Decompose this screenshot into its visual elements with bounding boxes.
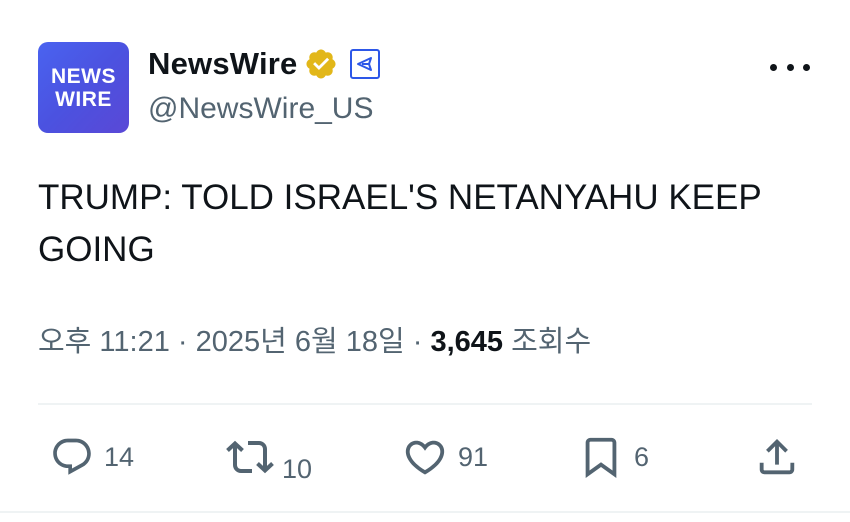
tweet-time[interactable]: 오후 11:21 — [38, 326, 170, 358]
like-button[interactable]: 91 — [402, 432, 488, 482]
views-count[interactable]: 3,645 — [430, 326, 503, 358]
affiliate-logo-icon — [356, 57, 372, 71]
retweet-count: 10 — [282, 453, 313, 484]
more-dot-icon — [803, 63, 810, 71]
avatar-text-line1: NEWS — [51, 64, 116, 88]
bottom-divider — [0, 511, 850, 513]
display-name[interactable]: NewsWire — [148, 46, 298, 82]
tweet-card: NEWS WIRE NewsWire @NewsWire_US TRUMP: T… — [0, 0, 850, 522]
gold-check-badge-icon — [305, 49, 336, 79]
tweet-meta: 오후 11:21 · 2025년 6월 18일 · 3,645 조회수 — [38, 318, 591, 360]
share-button[interactable] — [754, 432, 800, 482]
tweet-date[interactable]: 2025년 6월 18일 — [196, 326, 405, 358]
reply-icon — [53, 438, 91, 475]
views-label: 조회수 — [503, 326, 592, 358]
avatar[interactable]: NEWS WIRE — [38, 42, 129, 133]
tweet-text: TRUMP: TOLD ISRAEL'S NETANYAHU KEEP GOIN… — [38, 178, 762, 269]
more-options-button[interactable] — [770, 60, 810, 74]
bookmark-count: 6 — [634, 441, 650, 472]
share-icon — [759, 438, 795, 475]
avatar-text-line2: WIRE — [55, 87, 112, 111]
heart-icon — [405, 440, 445, 475]
bookmark-button[interactable]: 6 — [578, 432, 649, 482]
reply-button[interactable]: 14 — [50, 432, 134, 482]
name-row: NewsWire — [148, 44, 380, 84]
meta-separator: · — [169, 326, 196, 358]
meta-separator: · — [404, 326, 431, 358]
like-count: 91 — [458, 441, 489, 472]
retweet-icon — [226, 440, 274, 474]
more-dot-icon — [786, 63, 794, 71]
divider — [38, 403, 812, 405]
user-handle[interactable]: @NewsWire_US — [148, 92, 373, 126]
affiliate-badge-icon[interactable] — [349, 49, 380, 79]
retweet-button[interactable]: 10 — [226, 432, 313, 484]
reply-count: 14 — [104, 441, 135, 472]
more-dot-icon — [770, 63, 777, 71]
bookmark-icon — [585, 437, 617, 478]
